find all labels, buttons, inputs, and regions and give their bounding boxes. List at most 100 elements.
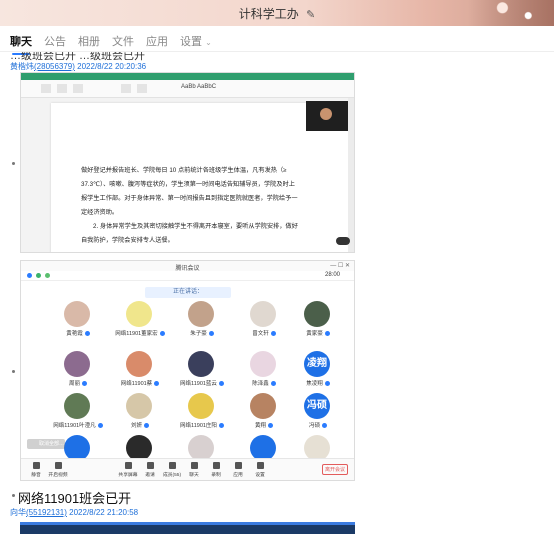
tab-bar: 聊天 公告 相册 文件 应用 设置 ⌄ (0, 26, 554, 55)
tab-apps[interactable]: 应用 (146, 33, 168, 49)
video-button: 开启视频 (47, 462, 69, 478)
bullet (12, 370, 15, 373)
meeting-titlebar: 腾讯会议 — ☐ ✕ (21, 261, 354, 272)
participant-tile: 网络11901蔡 (105, 351, 175, 391)
message-time: 2022/8/22 21:20:58 (69, 508, 139, 517)
document-line: 37.3℃）、咳嗽、腹泻等症状的，学生须第一时间电话告知辅导员，学院及时上 (81, 181, 295, 188)
floating-chip (336, 237, 350, 245)
participant-tile: 凌翔 焦凌翔 (283, 351, 353, 391)
overlay-button: 取消全部… (27, 439, 65, 449)
meeting-toolbar: 静音 开启视频 共享屏幕 邀请 成员(55) 聊天 录制 应用 设置 离开会议 (21, 458, 354, 480)
edit-icon[interactable]: ✎ (306, 8, 315, 21)
avatar (250, 393, 276, 419)
ribbon-icon (137, 84, 147, 93)
avatar (188, 393, 214, 419)
titlebar-decoration (468, 0, 554, 26)
avatar (188, 301, 214, 327)
toolbar-label: 静音 (31, 473, 41, 478)
participant-name: 朱子豪 (167, 329, 237, 337)
group-name: 计科学工办 (238, 7, 299, 21)
participant-name-text: 曾文轩 (252, 331, 269, 337)
chat-button: 聊天 (183, 462, 205, 478)
participant-name-text: 冯硕 (308, 423, 320, 429)
message-meta: 向华(55192131) 2022/8/22 21:20:58 (10, 507, 138, 518)
mic-icon (324, 331, 330, 336)
participant-name-text: 刘妍 (130, 423, 142, 429)
message-time: 2022/8/22 20:20:36 (77, 62, 147, 71)
toolbar-label: 设置 (255, 473, 265, 478)
tab-files[interactable]: 文件 (112, 33, 134, 49)
tab-album[interactable]: 相册 (78, 33, 100, 49)
participant-name-text: 焦凌翔 (306, 381, 323, 387)
mic-icon (270, 381, 276, 386)
invite-icon (146, 462, 154, 469)
gear-icon (256, 462, 264, 469)
document-line: 做好登记并报告班长、学院每日 10 点前统计各班级学生体温，凡有发热（≥ (81, 167, 287, 174)
participant-tile: 网络11901董家宏 (105, 301, 175, 351)
browser-tabs (21, 73, 354, 80)
avatar (126, 393, 152, 419)
leave-meeting-button: 离开会议 (322, 464, 348, 475)
document-line: 定经济资助。 (81, 209, 119, 216)
editor-ribbon: AaBb AaBbC (21, 80, 354, 98)
avatar (64, 351, 90, 377)
toolbar-label: 共享屏幕 (118, 473, 138, 478)
settings-button: 设置 (249, 462, 271, 478)
participant-name: 黄家豪 (283, 329, 353, 337)
participant-name-text: 网络11901庄阳 (180, 423, 217, 429)
toolbar-label: 邀请 (145, 473, 155, 478)
participant-name-text: 网络11901蓝云 (180, 381, 217, 387)
bullet (12, 162, 15, 165)
document-line: 自我防护，学院会安排专人送餐。 (81, 237, 174, 244)
avatar: 凌翔 (304, 351, 330, 377)
message-image-document[interactable]: AaBb AaBbC 做好登记并报告班长、学院每日 10 点前统计各班级学生体温… (20, 72, 355, 253)
participant-name-text: 朱子豪 (190, 331, 207, 337)
sender-name[interactable]: 黄楷炜 (10, 62, 34, 71)
participant-name: 刘妍 (105, 421, 175, 429)
members-button: 成员(55) (161, 462, 183, 478)
sender-id[interactable]: (28056379) (34, 62, 75, 71)
mic-icon (32, 462, 40, 469)
message-image-partial[interactable] (20, 522, 355, 534)
apps-icon (234, 462, 242, 469)
ribbon-icon (73, 84, 83, 93)
avatar (304, 301, 330, 327)
avatar (126, 351, 152, 377)
ribbon-icon (121, 84, 131, 93)
chat-feed[interactable]: …级班会已开 …级班会已开 黄楷炜(28056379) 2022/8/22 20… (0, 52, 554, 534)
share-icon (124, 462, 132, 469)
mic-icon (218, 381, 224, 386)
avatar (188, 351, 214, 377)
participant-name: 焦凌翔 (283, 379, 353, 387)
participant-tile: 冯硕 冯硕 (283, 393, 353, 433)
avatar (126, 301, 152, 327)
message-image-meeting[interactable]: 腾讯会议 — ☐ ✕ 28:00 正在讲话： 黄艳霞 网络11901董家宏 朱子豪 曾… (20, 260, 355, 481)
participant-tile: 黄家豪 (283, 301, 353, 351)
tab-settings[interactable]: 设置 ⌄ (180, 33, 212, 49)
sender-id[interactable]: (55192131) (26, 508, 67, 517)
speaking-indicator: 正在讲话： (145, 287, 231, 298)
tab-chat[interactable]: 聊天 (10, 33, 32, 55)
mic-icon (154, 381, 160, 386)
sender-name[interactable]: 向华 (10, 508, 26, 517)
toolbar-label: 聊天 (189, 473, 199, 478)
apps-button: 应用 (227, 462, 249, 478)
chat-icon (190, 462, 198, 469)
members-icon (168, 462, 176, 469)
chevron-down-icon: ⌄ (205, 38, 212, 47)
participant-name-text: 黄艳霞 (66, 331, 83, 337)
mic-icon (270, 331, 276, 336)
camera-icon (54, 462, 62, 469)
document-line: 报学生工作部。对于身体异常、第一时间报告且到指定医院就医者，学院给予一 (81, 195, 298, 202)
info-icon (27, 273, 32, 278)
participant-tile: 黄艳霞 (43, 301, 113, 351)
window-controls: — ☐ ✕ (330, 263, 350, 269)
toolbar-label: 成员(55) (162, 473, 182, 478)
avatar (64, 301, 90, 327)
tab-announcement[interactable]: 公告 (44, 33, 66, 49)
share-screen-button: 共享屏幕 (117, 462, 139, 478)
mic-icon (218, 423, 224, 428)
participant-name: 网络11901蓝云 (167, 379, 237, 387)
participant-name: 网络11901蔡 (105, 379, 175, 387)
mic-icon (84, 331, 90, 336)
